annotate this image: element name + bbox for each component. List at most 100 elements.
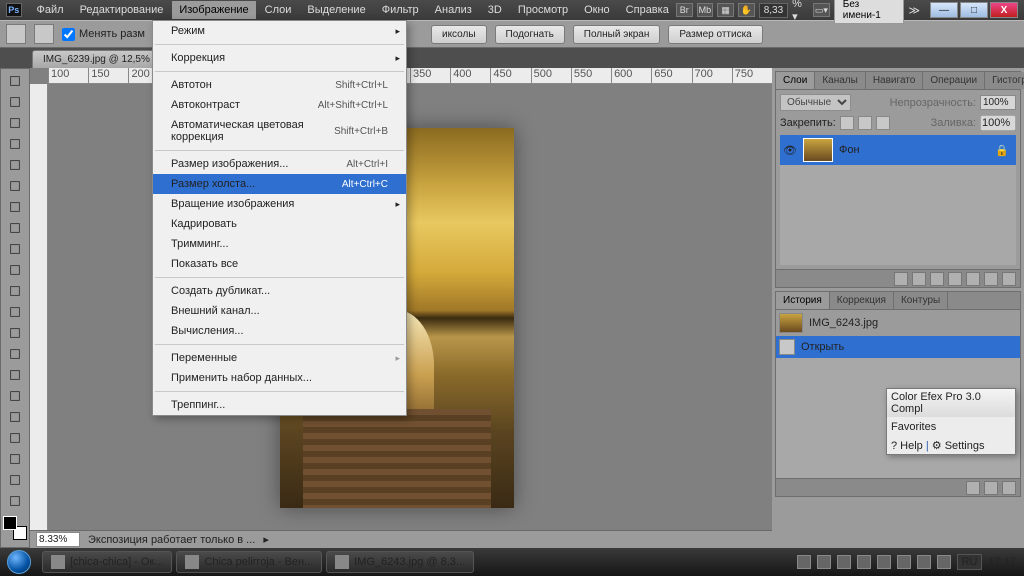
layer-thumbnail[interactable] (803, 138, 833, 162)
mb-icon[interactable]: Mb (697, 3, 714, 17)
window-maximize-button[interactable]: □ (960, 2, 988, 18)
tray-icon[interactable] (917, 555, 931, 569)
zoom-input[interactable] (36, 532, 80, 547)
tray-icon[interactable] (797, 555, 811, 569)
tab-channels[interactable]: Каналы (815, 72, 866, 89)
tray-icon[interactable] (937, 555, 951, 569)
tab-layers[interactable]: Слои (776, 72, 815, 89)
lasso-tool[interactable] (3, 113, 27, 132)
group-icon[interactable] (966, 272, 980, 286)
fit-screen-button[interactable]: Подогнать (495, 25, 565, 44)
menu-edit[interactable]: Редактирование (73, 1, 171, 19)
eyedropper-tool[interactable] (3, 176, 27, 195)
lock-all-icon[interactable] (876, 116, 890, 130)
tray-icon[interactable] (897, 555, 911, 569)
history-snapshot[interactable]: IMG_6243.jpg (776, 310, 1020, 336)
zoom-tool[interactable] (3, 491, 27, 510)
layer-row[interactable]: 👁 Фон 🔒 (780, 135, 1016, 165)
menu-item[interactable]: Вычисления... (153, 321, 406, 341)
eraser-tool[interactable] (3, 281, 27, 300)
plugin-favorites[interactable]: Favorites (891, 421, 936, 433)
task-item[interactable]: [chica-chica] - Ок... (42, 551, 172, 573)
menu-help[interactable]: Справка (619, 1, 676, 19)
window-minimize-button[interactable]: — (930, 2, 958, 18)
brush-tool[interactable] (3, 218, 27, 237)
menu-item[interactable]: Размер холста...Alt+Ctrl+C (153, 174, 406, 194)
visibility-icon[interactable]: 👁 (783, 144, 797, 157)
tool-preset-icon[interactable] (6, 24, 26, 44)
active-doc-chip[interactable]: Без имени-1 (834, 0, 905, 24)
wand-tool[interactable] (3, 134, 27, 153)
menu-select[interactable]: Выделение (300, 1, 372, 19)
gradient-tool[interactable] (3, 302, 27, 321)
shape-tool[interactable] (3, 428, 27, 447)
task-item[interactable]: IMG_6243.jpg @ 8,3... (326, 551, 474, 573)
delete-state-icon[interactable] (1002, 481, 1016, 495)
color-swatches[interactable] (3, 516, 27, 540)
window-close-button[interactable]: X (990, 2, 1018, 18)
actual-pixels-button[interactable]: иксолы (431, 25, 487, 44)
layers-empty-area[interactable] (780, 165, 1016, 265)
clock[interactable]: 17:17 (988, 556, 1016, 568)
color-efex-window[interactable]: Color Efex Pro 3.0 Compl Favorites ? Hel… (886, 388, 1016, 455)
tab-history[interactable]: История (776, 292, 830, 309)
menu-item[interactable]: АвтоконтрастAlt+Shift+Ctrl+L (153, 95, 406, 115)
menu-file[interactable]: Файл (30, 1, 71, 19)
menu-item[interactable]: Режим (153, 21, 406, 41)
menu-item[interactable]: Автоматическая цветовая коррекцияShift+C… (153, 115, 406, 147)
lock-pixels-icon[interactable] (840, 116, 854, 130)
lock-position-icon[interactable] (858, 116, 872, 130)
pen-tool[interactable] (3, 365, 27, 384)
menu-item[interactable]: Коррекция (153, 48, 406, 68)
hand-tool[interactable] (3, 470, 27, 489)
status-chevron-icon[interactable]: ▸ (263, 533, 269, 546)
menu-layer[interactable]: Слои (258, 1, 299, 19)
menu-window[interactable]: Окно (577, 1, 617, 19)
new-snapshot-icon[interactable] (984, 481, 998, 495)
dodge-tool[interactable] (3, 344, 27, 363)
tab-actions[interactable]: Операции (923, 72, 985, 89)
blend-mode-select[interactable]: Обычные (780, 94, 851, 111)
foreground-color[interactable] (3, 516, 17, 530)
tab-histogram[interactable]: Гистограм (985, 72, 1024, 89)
workspace-icon[interactable]: Br (676, 3, 693, 17)
hand-icon[interactable]: ✋ (738, 3, 755, 17)
history-step[interactable]: Открыть (776, 336, 1020, 358)
plugin-settings-link[interactable]: ⚙ Settings (932, 440, 985, 452)
menu-item[interactable]: Кадрировать (153, 214, 406, 234)
menu-item[interactable]: Размер изображения...Alt+Ctrl+I (153, 154, 406, 174)
menu-view[interactable]: Просмотр (511, 1, 575, 19)
opacity-field[interactable] (980, 95, 1016, 110)
link-layers-icon[interactable] (894, 272, 908, 286)
plugin-help-link[interactable]: ? Help (891, 440, 923, 452)
menu-item[interactable]: Тримминг... (153, 234, 406, 254)
zoom-field[interactable]: 8,33 (759, 3, 788, 18)
stamp-tool[interactable] (3, 239, 27, 258)
new-doc-from-state-icon[interactable] (966, 481, 980, 495)
tab-navigator[interactable]: Навигато (866, 72, 923, 89)
tab-paths[interactable]: Контуры (894, 292, 948, 309)
history-brush-tool[interactable] (3, 260, 27, 279)
path-select-tool[interactable] (3, 407, 27, 426)
print-size-button[interactable]: Размер оттиска (668, 25, 762, 44)
delete-layer-icon[interactable] (1002, 272, 1016, 286)
fill-field[interactable] (980, 115, 1016, 131)
more-icon[interactable]: ≫ (908, 4, 920, 17)
resize-windows-checkbox[interactable]: Менять разм (62, 28, 145, 41)
new-layer-icon[interactable] (984, 272, 998, 286)
menu-item[interactable]: Создать дубликат... (153, 281, 406, 301)
move-tool[interactable] (3, 71, 27, 90)
layer-style-icon[interactable] (912, 272, 926, 286)
start-button[interactable] (0, 548, 38, 576)
layer-mask-icon[interactable] (930, 272, 944, 286)
type-tool[interactable] (3, 386, 27, 405)
tray-icon[interactable] (817, 555, 831, 569)
menu-item[interactable]: Внешний канал... (153, 301, 406, 321)
crop-tool[interactable] (3, 155, 27, 174)
menu-image[interactable]: Изображение (172, 1, 255, 19)
menu-item[interactable]: АвтотонShift+Ctrl+L (153, 75, 406, 95)
tab-adjustments[interactable]: Коррекция (830, 292, 894, 309)
adjustment-layer-icon[interactable] (948, 272, 962, 286)
screen-mode-icon[interactable]: ▭▾ (813, 3, 830, 17)
3d-tool[interactable] (3, 449, 27, 468)
